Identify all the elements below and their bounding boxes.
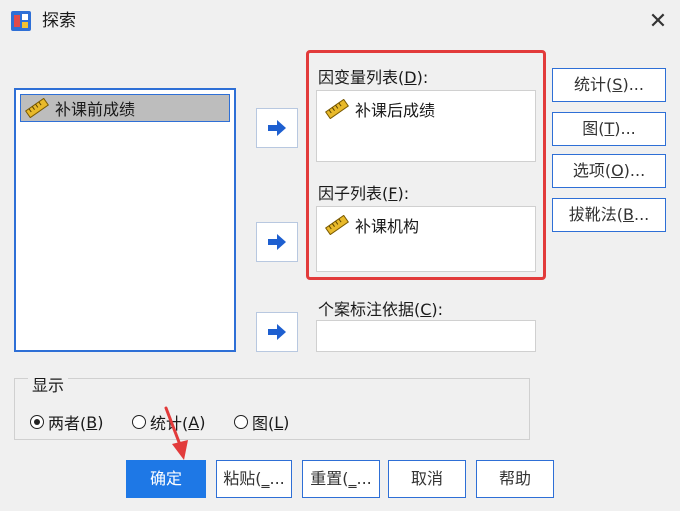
radio-both[interactable]: 两者(B) (30, 410, 103, 434)
list-item[interactable]: 补课机构 (321, 213, 535, 237)
radio-selected-icon (30, 415, 44, 429)
list-item[interactable]: 补课后成绩 (321, 97, 535, 121)
move-to-dependent-button[interactable] (256, 108, 298, 148)
paste-button[interactable]: 粘贴(_... (216, 460, 292, 498)
list-item[interactable]: 补课前成绩 (20, 94, 230, 122)
case-label-field[interactable] (316, 320, 536, 352)
bootstrap-button[interactable]: 拔靴法(B... (552, 198, 666, 232)
reset-button[interactable]: 重置(_... (302, 460, 380, 498)
radio-plots[interactable]: 图(L) (234, 410, 289, 434)
help-button[interactable]: 帮助 (476, 460, 554, 498)
options-button[interactable]: 选项(O)... (552, 154, 666, 188)
arrow-right-icon (268, 120, 286, 136)
arrow-right-icon (268, 234, 286, 250)
dependent-list-label: 因变量列表(D): (318, 68, 429, 87)
ok-button[interactable]: 确定 (126, 460, 206, 498)
cancel-button[interactable]: 取消 (388, 460, 466, 498)
close-icon[interactable]: ✕ (644, 8, 672, 36)
annotation-arrow-icon (164, 406, 188, 460)
move-to-case-label-button[interactable] (256, 312, 298, 352)
title-bar (0, 0, 680, 44)
factor-list-label: 因子列表(F): (318, 184, 410, 203)
plots-button[interactable]: 图(T)... (552, 112, 666, 146)
move-to-factor-button[interactable] (256, 222, 298, 262)
ruler-icon (325, 215, 349, 235)
factor-list[interactable]: 补课机构 (316, 206, 536, 272)
list-item-label: 补课前成绩 (55, 100, 136, 119)
display-group-label: 显示 (28, 372, 69, 396)
arrow-right-icon (268, 324, 286, 340)
radio-unselected-icon (132, 415, 146, 429)
case-label-label: 个案标注依据(C): (318, 300, 444, 319)
statistics-button[interactable]: 统计(S)... (552, 68, 666, 102)
radio-unselected-icon (234, 415, 248, 429)
app-icon (11, 11, 31, 31)
ruler-icon (325, 99, 349, 119)
window-title: 探索 (42, 11, 76, 31)
dependent-list[interactable]: 补课后成绩 (316, 90, 536, 162)
list-item-label: 补课机构 (355, 217, 420, 236)
ruler-icon (25, 98, 49, 118)
source-variable-list[interactable]: 补课前成绩 (14, 88, 236, 352)
list-item-label: 补课后成绩 (355, 101, 436, 120)
